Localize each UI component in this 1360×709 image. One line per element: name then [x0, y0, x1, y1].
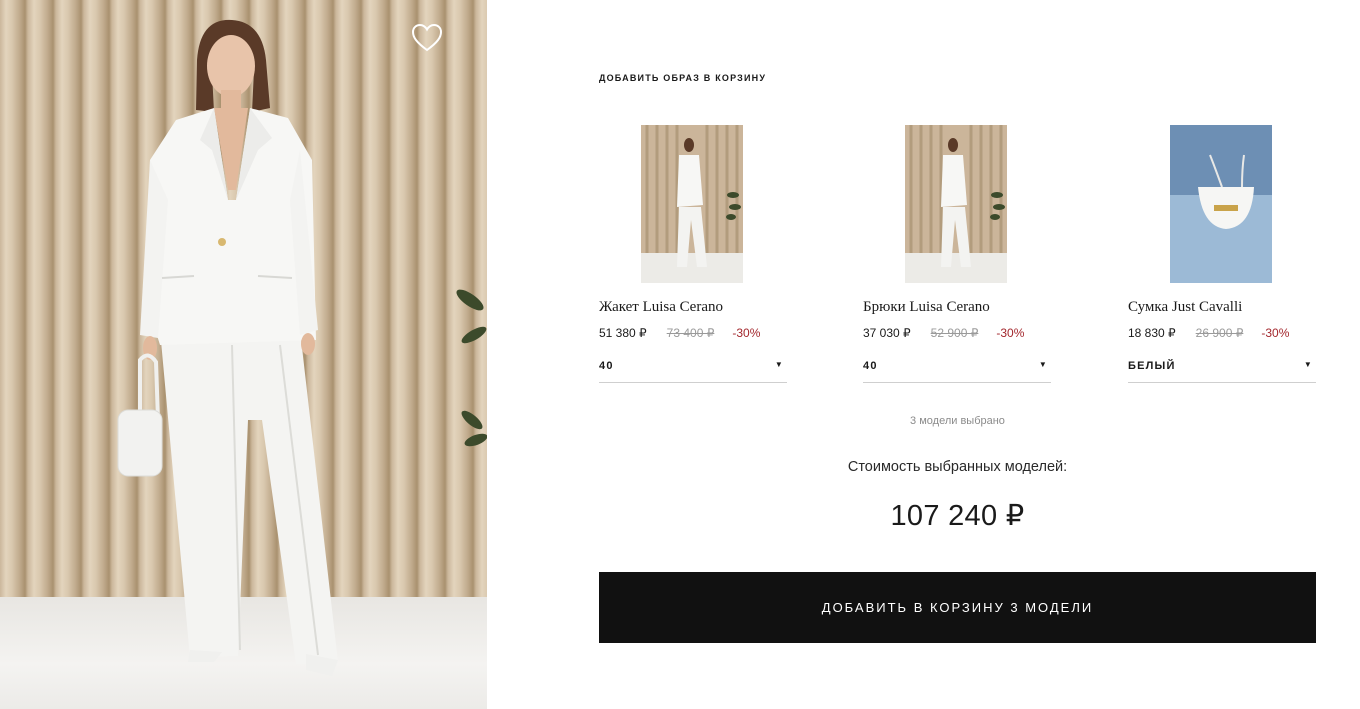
product-thumbnail[interactable] — [1170, 125, 1272, 283]
product-prices: 37 030 ₽ 52 900 ₽ -30% — [863, 326, 1051, 340]
product-old-price: 73 400 ₽ — [666, 326, 715, 340]
size-select[interactable]: 40 ▼ — [863, 360, 1051, 383]
look-panel: ДОБАВИТЬ ОБРАЗ В КОРЗИНУ Жакет Luisa Cer… — [487, 0, 1360, 709]
product-discount: -30% — [996, 326, 1025, 340]
favorite-button[interactable] — [410, 22, 444, 54]
product-card-trousers: Брюки Luisa Cerano 37 030 ₽ 52 900 ₽ -30… — [863, 125, 1051, 383]
size-select-value: 40 — [863, 360, 878, 372]
product-name[interactable]: Брюки Luisa Cerano — [863, 299, 1051, 316]
selected-count: 3 модели выбрано — [910, 415, 1005, 427]
product-price: 37 030 ₽ — [863, 326, 911, 340]
size-select-value: 40 — [599, 360, 614, 372]
total-label: Стоимость выбранных моделей: — [847, 459, 1068, 475]
caret-down-icon: ▼ — [1303, 360, 1313, 369]
add-to-cart-button[interactable]: ДОБАВИТЬ В КОРЗИНУ 3 МОДЕЛИ — [599, 572, 1316, 643]
product-old-price: 52 900 ₽ — [930, 326, 979, 340]
product-prices: 18 830 ₽ 26 900 ₽ -30% — [1128, 326, 1316, 340]
size-select[interactable]: 40 ▼ — [599, 360, 787, 383]
look-title: ДОБАВИТЬ ОБРАЗ В КОРЗИНУ — [599, 73, 767, 83]
product-discount: -30% — [732, 326, 761, 340]
look-photo — [0, 0, 487, 709]
product-card-bag: Сумка Just Cavalli 18 830 ₽ 26 900 ₽ -30… — [1128, 125, 1316, 383]
total-price: 107 240 ₽ — [890, 500, 1025, 532]
product-old-price: 26 900 ₽ — [1195, 326, 1244, 340]
product-name[interactable]: Жакет Luisa Cerano — [599, 299, 787, 316]
product-prices: 51 380 ₽ 73 400 ₽ -30% — [599, 326, 787, 340]
heart-outline-icon — [411, 23, 443, 52]
caret-down-icon: ▼ — [1038, 360, 1048, 369]
product-price: 18 830 ₽ — [1128, 326, 1176, 340]
product-name[interactable]: Сумка Just Cavalli — [1128, 299, 1316, 316]
caret-down-icon: ▼ — [774, 360, 784, 369]
product-price: 51 380 ₽ — [599, 326, 647, 340]
product-card-jacket: Жакет Luisa Cerano 51 380 ₽ 73 400 ₽ -30… — [599, 125, 787, 383]
color-select[interactable]: БЕЛЫЙ ▼ — [1128, 360, 1316, 383]
product-thumbnail[interactable] — [641, 125, 743, 283]
product-thumbnail[interactable] — [905, 125, 1007, 283]
model-figure — [117, 19, 487, 676]
color-select-value: БЕЛЫЙ — [1128, 360, 1176, 372]
product-discount: -30% — [1261, 326, 1290, 340]
